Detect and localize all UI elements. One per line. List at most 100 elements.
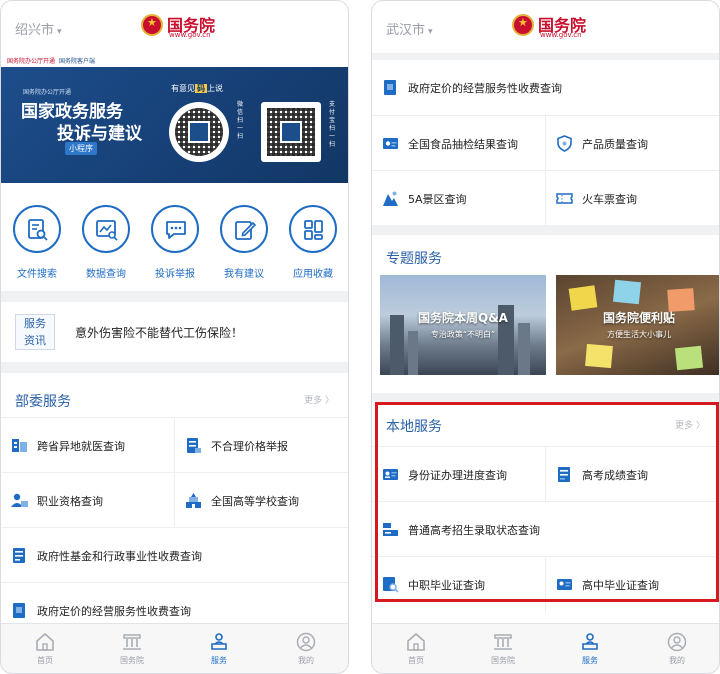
apps-grid-icon [289, 205, 337, 253]
tab-label: 服务 [582, 656, 598, 665]
top-bar: 武汉市▾ 国务院 www.gov.cn [372, 1, 719, 53]
tab-label: 国务院 [120, 656, 144, 665]
service-label: 高考成绩查询 [582, 469, 648, 482]
slogan-pre: 有意见 [171, 84, 195, 93]
chart-search-icon [82, 205, 130, 253]
quick-suggestion[interactable]: 我有建议 [214, 205, 274, 280]
banner-header-stripe: 国务院办公厅开通 国务院客户端 [1, 53, 348, 67]
service-label: 跨省异地就医查询 [37, 440, 125, 453]
tab-state-council[interactable]: 国务院 [473, 632, 533, 666]
service-item[interactable]: 火车票查询 [546, 171, 719, 226]
building-icon [494, 634, 512, 650]
service-person-icon [582, 633, 598, 650]
news-badge: 服务 资讯 [15, 314, 55, 350]
service-item[interactable]: 职业资格查询 [1, 473, 175, 528]
service-row: 政府定价的经营服务性收费查询 [372, 60, 719, 115]
id-card-icon [383, 469, 398, 480]
service-item[interactable]: 产品质量查询 [546, 116, 719, 171]
scenic-spot-icon [383, 191, 398, 206]
service-news[interactable]: 服务 资讯 意外伤害险不能替代工伤保险！ [1, 302, 348, 362]
quick-file-search[interactable]: 文件搜索 [7, 205, 67, 280]
service-item[interactable]: 全国食品抽检结果查询 [372, 116, 546, 171]
bottom-tab-bar: 首页 国务院 服务 我的 [1, 623, 348, 673]
diploma-search-icon [383, 577, 399, 593]
slogan-post: 上说 [207, 84, 223, 93]
promo-banner[interactable]: 国务院办公厅开通 国务院客户端 国务院办公厅开通 国家政务服务 投诉与建议 小程… [1, 53, 348, 183]
tab-home[interactable]: 首页 [15, 632, 75, 666]
tab-services[interactable]: 服务 [189, 632, 249, 666]
tab-services[interactable]: 服务 [560, 632, 620, 666]
section-title: 本地服务 [386, 419, 442, 435]
service-row: 跨省异地就医查询 不合理价格举报 [1, 417, 348, 473]
service-row: 普通高考招生录取状态查询 [372, 501, 719, 557]
edit-icon [220, 205, 268, 253]
medical-card-icon [12, 439, 27, 452]
quick-label: 投诉举报 [155, 269, 195, 280]
exam-score-icon [558, 467, 570, 482]
banner-mini-left: 国务院办公厅开通 [7, 58, 56, 65]
more-link[interactable]: 更多 〉 [304, 393, 334, 406]
fee-document-icon [13, 548, 25, 563]
tab-label: 首页 [408, 656, 424, 665]
city-selector[interactable]: 武汉市 ▾ [386, 19, 433, 38]
banner-title-line2: 投诉与建议 [57, 124, 142, 144]
service-item[interactable]: 不合理价格举报 [175, 418, 348, 473]
home-icon [36, 632, 54, 651]
service-item[interactable]: 跨省异地就医查询 [1, 418, 175, 473]
person-certificate-icon [11, 493, 28, 507]
tab-label: 服务 [211, 656, 227, 665]
service-row: 职业资格查询 全国高等学校查询 [1, 472, 348, 528]
price-report-icon [187, 438, 201, 453]
building-icon [123, 634, 141, 650]
service-label: 全国食品抽检结果查询 [408, 138, 518, 151]
quick-data-query[interactable]: 数据查询 [76, 205, 136, 280]
tab-home[interactable]: 首页 [386, 632, 446, 666]
service-item[interactable]: 高考成绩查询 [546, 447, 719, 502]
tab-state-council[interactable]: 国务院 [102, 632, 162, 666]
chevron-down-icon: ▾ [57, 27, 62, 37]
service-label: 全国高等学校查询 [211, 495, 299, 508]
service-label: 政府性基金和行政事业性收费查询 [37, 550, 202, 563]
quick-label: 应用收藏 [293, 269, 333, 280]
service-label: 高中毕业证查询 [582, 579, 659, 592]
top-bar: 绍兴市▾ 国务院 www.gov.cn [1, 1, 348, 53]
tab-profile[interactable]: 我的 [276, 632, 336, 666]
service-item[interactable]: 中职毕业证查询 [372, 557, 546, 612]
special-services: 专题服务 国务院本周Q&A 专治政策“不明白” 国务院便利贴 方便生活大小事儿 [372, 235, 719, 393]
alipay-qr-code [261, 102, 321, 162]
service-row: 身份证办理进度查询 高考成绩查询 [372, 446, 719, 502]
banner-tag: 小程序 [65, 142, 97, 155]
quick-complaint[interactable]: 投诉举报 [145, 205, 205, 280]
tab-profile[interactable]: 我的 [647, 632, 707, 666]
service-item[interactable]: 身份证办理进度查询 [372, 447, 546, 502]
miniprogram-qr-code [169, 102, 229, 162]
chevron-down-icon: ▾ [428, 27, 433, 37]
service-item[interactable]: 高中毕业证查询 [546, 557, 719, 612]
quick-label: 我有建议 [224, 269, 264, 280]
service-row: 全国食品抽检结果查询 产品质量查询 [372, 115, 719, 171]
service-item[interactable]: 普通高考招生录取状态查询 [372, 502, 719, 557]
service-label: 职业资格查询 [37, 495, 103, 508]
food-inspection-icon [383, 138, 398, 149]
sticky-note-feature-card[interactable]: 国务院便利贴 方便生活大小事儿 [556, 275, 719, 375]
qa-feature-card[interactable]: 国务院本周Q&A 专治政策“不明白” [380, 275, 546, 375]
banner-vertical-a: 微信扫一扫 [237, 101, 244, 140]
national-emblem-icon [512, 14, 534, 36]
phone-screen-left: 绍兴市▾ 国务院 www.gov.cn 国务院办公厅开通 国务院客户端 国务院办… [0, 0, 349, 674]
brand-url: www.gov.cn [540, 31, 582, 39]
service-row: 5A景区查询 火车票查询 [372, 170, 719, 226]
service-item[interactable]: 全国高等学校查询 [175, 473, 348, 528]
news-badge-line1: 服务 [24, 317, 46, 330]
service-item[interactable]: 5A景区查询 [372, 171, 546, 226]
quick-favorites[interactable]: 应用收藏 [283, 205, 343, 280]
banner-caption: 国务院办公厅开通 [23, 89, 72, 96]
city-selector[interactable]: 绍兴市 ▾ [15, 19, 62, 38]
service-item[interactable]: 政府性基金和行政事业性收费查询 [1, 528, 348, 583]
tab-label: 我的 [669, 656, 685, 665]
national-emblem-icon [141, 14, 163, 36]
service-label: 不合理价格举报 [211, 440, 288, 453]
home-icon [407, 632, 425, 651]
service-person-icon [211, 633, 227, 650]
more-link[interactable]: 更多 〉 [675, 418, 705, 431]
service-item[interactable]: 政府定价的经营服务性收费查询 [372, 60, 719, 115]
